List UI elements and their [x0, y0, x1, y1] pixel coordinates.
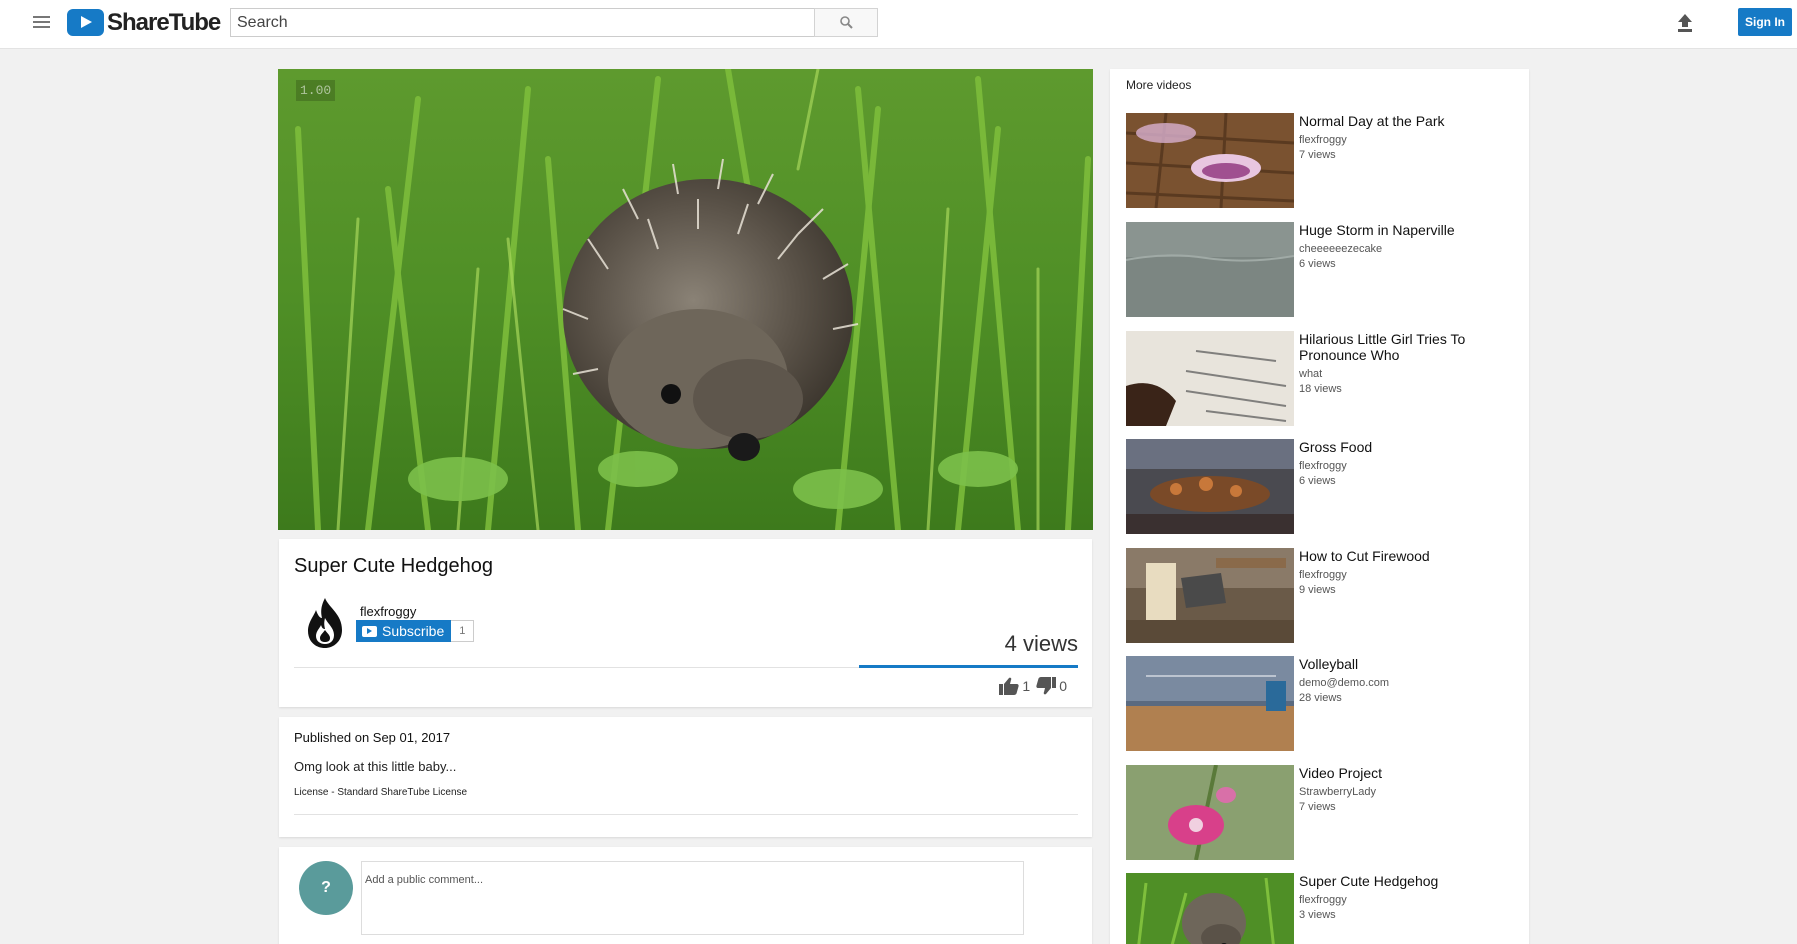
video-description: Omg look at this little baby... [294, 759, 457, 774]
video-title: Huge Storm in Naperville [1299, 222, 1455, 238]
channel-name: flexfroggy [1299, 569, 1347, 581]
description-card: Published on Sep 01, 2017 Omg look at th… [279, 717, 1092, 837]
view-count: 4 views [1004, 631, 1078, 656]
thumb-flower [1126, 765, 1294, 860]
subscribe-label: Subscribe [382, 623, 445, 639]
dislike-count: 0 [1059, 678, 1067, 694]
video-info-card: Super Cute Hedgehog flexfroggy Subscribe… [279, 539, 1092, 707]
channel-name: flexfroggy [1299, 460, 1347, 472]
thumb-gym [1126, 656, 1294, 751]
rating-controls: 1 0 [999, 677, 1073, 695]
video-title: Hilarious Little Girl Tries To Pronounce… [1299, 331, 1466, 363]
logo-play-icon [362, 625, 377, 637]
channel-name: flexfroggy [1299, 894, 1347, 906]
channel-name: cheeeeeezecake [1299, 243, 1383, 255]
divider [294, 814, 1078, 815]
channel-name: flexfroggy [1299, 134, 1347, 146]
view-count: 3 views [1299, 909, 1336, 921]
thumb-storm [1126, 222, 1294, 317]
video-title: Video Project [1299, 765, 1383, 781]
video-title: Super Cute Hedgehog [294, 555, 494, 577]
video-title: Volleyball [1299, 656, 1359, 672]
list-item[interactable]: Huge Storm in Naperville cheeeeeezecake … [1126, 222, 1521, 317]
video-title: How to Cut Firewood [1299, 548, 1430, 564]
video-player[interactable]: 1.00 [278, 69, 1093, 530]
search-button[interactable] [814, 8, 878, 37]
sharetube-logo[interactable]: ShareTube [67, 8, 221, 36]
search-bar [230, 8, 878, 37]
channel-name[interactable]: flexfroggy [360, 604, 416, 619]
menu-icon[interactable] [33, 16, 50, 30]
search-input[interactable] [230, 8, 814, 37]
video-title: Gross Food [1299, 439, 1373, 455]
sidebar-heading: More videos [1126, 78, 1192, 92]
logo-text: ShareTube [107, 8, 221, 36]
published-date: Published on Sep 01, 2017 [294, 730, 451, 745]
thumbs-up-icon[interactable] [999, 677, 1020, 695]
view-count: 18 views [1299, 383, 1342, 395]
subscribe-button[interactable]: Subscribe [356, 620, 452, 642]
upload-icon[interactable] [1676, 13, 1694, 33]
list-item[interactable]: How to Cut Firewood flexfroggy 9 views [1126, 548, 1521, 643]
channel-name: what [1299, 368, 1323, 380]
search-icon [839, 16, 853, 29]
video-frame [278, 69, 1093, 530]
list-item[interactable]: Normal Day at the Park flexfroggy 7 view… [1126, 113, 1521, 208]
comment-card: ? [279, 847, 1092, 944]
thumb-axe [1126, 548, 1294, 643]
sign-in-button[interactable]: Sign In [1738, 8, 1792, 36]
video-title: Super Cute Hedgehog [1299, 873, 1439, 889]
playback-speed-badge[interactable]: 1.00 [296, 80, 336, 101]
list-item[interactable]: Super Cute Hedgehog flexfroggy 3 views [1126, 873, 1521, 944]
channel-name: demo@demo.com [1299, 677, 1390, 689]
top-header: ShareTube Sign In [0, 0, 1797, 49]
channel-name: StrawberryLady [1299, 786, 1377, 798]
thumb-book [1126, 331, 1294, 426]
comment-input[interactable] [361, 861, 1024, 935]
view-count: 9 views [1299, 584, 1336, 596]
subscriber-count: 1 [451, 620, 475, 642]
thumb-onion [1126, 113, 1294, 208]
subscribe-group: Subscribe 1 [356, 620, 475, 642]
view-count: 28 views [1299, 692, 1342, 704]
license-text: License - Standard ShareTube License [294, 787, 468, 798]
like-ratio-bar [859, 665, 1078, 668]
more-videos-sidebar: More videos Normal Day at the Park flexf… [1110, 69, 1529, 944]
list-item[interactable]: Volleyball demo@demo.com 28 views [1126, 656, 1521, 751]
thumb-hedgehog [1126, 873, 1294, 944]
list-item[interactable]: Hilarious Little Girl Tries To Pronounce… [1126, 331, 1521, 426]
list-item[interactable]: Gross Food flexfroggy 6 views [1126, 439, 1521, 534]
video-title: Normal Day at the Park [1299, 113, 1445, 129]
avatar: ? [299, 861, 353, 915]
logo-play-icon [67, 9, 104, 36]
thumbs-down-icon[interactable] [1036, 677, 1057, 695]
view-count: 6 views [1299, 258, 1336, 270]
list-item[interactable]: Video Project StrawberryLady 7 views [1126, 765, 1521, 860]
view-count: 7 views [1299, 801, 1336, 813]
thumb-food [1126, 439, 1294, 534]
view-count: 7 views [1299, 149, 1336, 161]
view-count: 6 views [1299, 475, 1336, 487]
fire-icon[interactable] [302, 596, 348, 650]
like-count: 1 [1022, 678, 1031, 694]
